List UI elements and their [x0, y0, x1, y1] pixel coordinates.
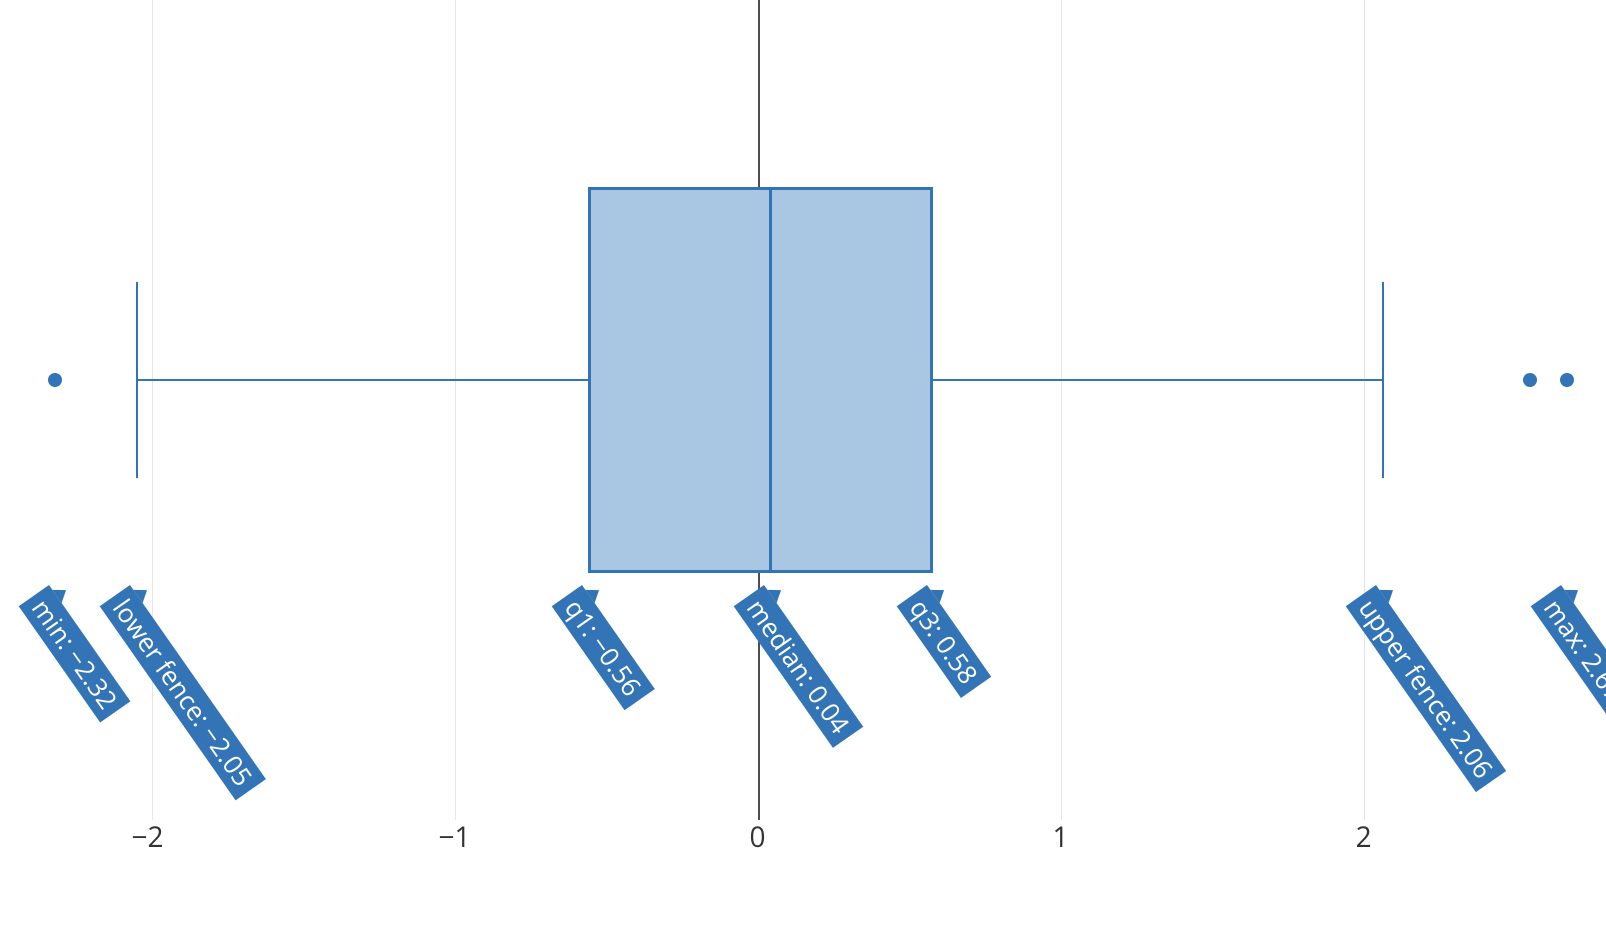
- median-line: [769, 187, 772, 573]
- whisker-left: [136, 379, 587, 381]
- whisker-cap-left: [136, 282, 138, 478]
- x-tick-label: 2: [1356, 818, 1372, 856]
- grid-line: [1364, 0, 1365, 820]
- iqr-box: [588, 187, 933, 573]
- whisker-cap-right: [1382, 282, 1384, 478]
- x-tick-label: 0: [750, 818, 766, 856]
- whisker-right: [933, 379, 1381, 381]
- boxplot-chart: min: −2.32 lower fence: −2.05 q1: −0.56 …: [0, 0, 1606, 946]
- x-tick-label: −2: [131, 818, 163, 856]
- outlier-point: [1560, 373, 1574, 387]
- x-tick-label: −1: [439, 818, 471, 856]
- x-tick-label: 1: [1053, 818, 1069, 856]
- grid-line: [1061, 0, 1062, 820]
- outlier-point: [1523, 373, 1537, 387]
- outlier-point: [48, 373, 62, 387]
- grid-line: [152, 0, 153, 820]
- grid-line: [455, 0, 456, 820]
